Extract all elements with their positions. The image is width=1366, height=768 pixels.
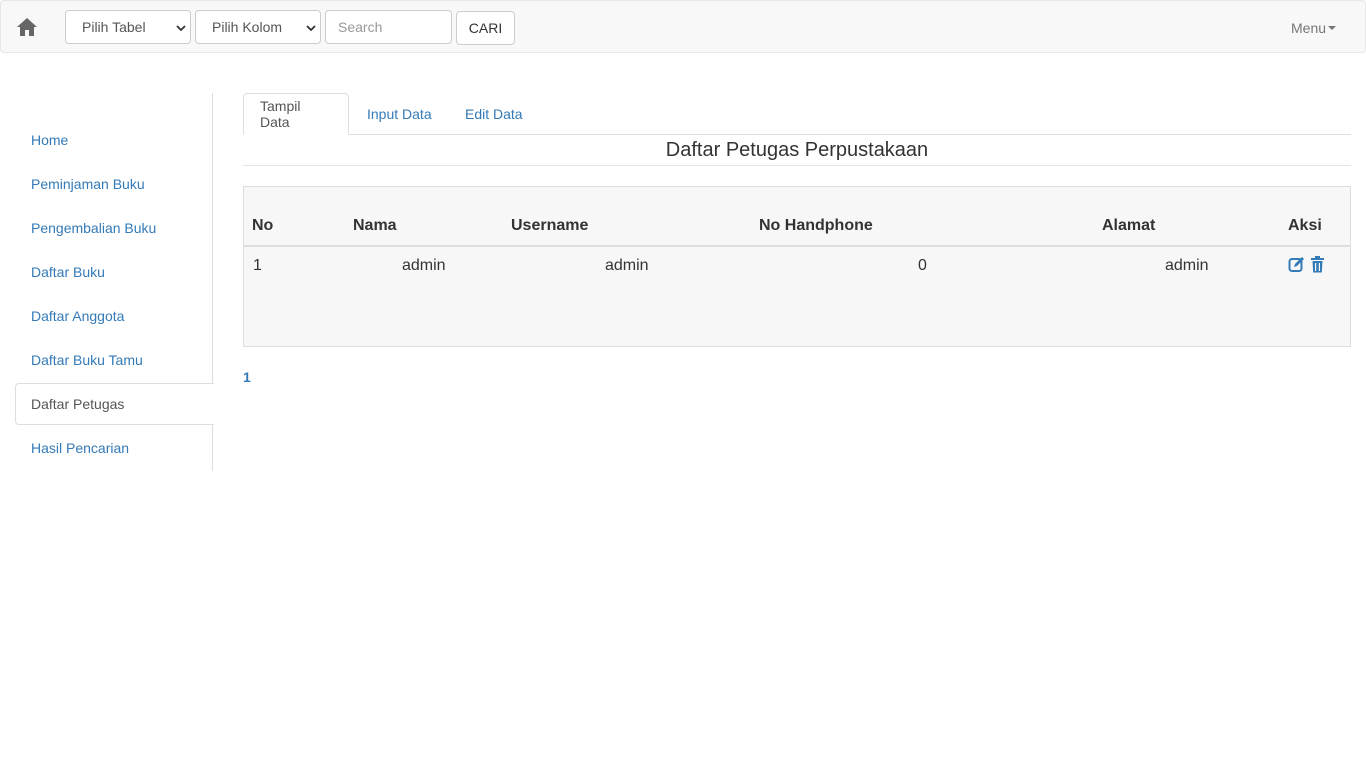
sidebar-item-label: Daftar Anggota: [31, 308, 125, 324]
sidebar-item-label: Daftar Buku: [31, 264, 105, 280]
cell-username: admin: [605, 257, 649, 274]
pagination-page-1[interactable]: 1: [243, 369, 251, 385]
sidebar-item-hasil-pencarian[interactable]: Hasil Pencarian: [15, 427, 213, 469]
table-select[interactable]: Pilih Tabel: [65, 10, 191, 44]
search-input[interactable]: [325, 10, 452, 44]
menu-dropdown-toggle[interactable]: Menu: [1291, 18, 1337, 38]
column-select[interactable]: Pilih Kolom: [195, 10, 321, 44]
caret-down-icon: [1328, 26, 1337, 30]
sidebar-item-label: Daftar Petugas: [31, 396, 125, 412]
cell-alamat: admin: [1165, 257, 1209, 274]
sidebar-item-label: Pengembalian Buku: [31, 220, 157, 236]
edit-icon[interactable]: [1288, 256, 1305, 273]
sidebar-item-daftar-petugas[interactable]: Daftar Petugas: [15, 383, 214, 425]
sidebar-item-daftar-anggota[interactable]: Daftar Anggota: [15, 295, 213, 337]
tab-tampil-data[interactable]: Tampil Data: [243, 93, 349, 135]
chevron-down-icon: [176, 25, 186, 32]
sidebar-item-label: Peminjaman Buku: [31, 176, 145, 192]
sidebar-item-label: Hasil Pencarian: [31, 440, 130, 456]
sidebar-item-label: Daftar Buku Tamu: [31, 352, 143, 368]
menu-label: Menu: [1291, 20, 1327, 36]
cell-no: 1: [253, 257, 262, 274]
sidebar-item-daftar-buku-tamu[interactable]: Daftar Buku Tamu: [15, 339, 213, 381]
cell-nama: admin: [402, 257, 446, 274]
tab-label: Tampil Data: [260, 98, 301, 130]
top-navbar: Pilih Tabel Pilih Kolom CARI Menu: [0, 0, 1366, 53]
sidebar-item-daftar-buku[interactable]: Daftar Buku: [15, 251, 213, 293]
sidebar-item-peminjaman-buku[interactable]: Peminjaman Buku: [15, 163, 213, 205]
column-header-no-handphone: No Handphone: [759, 217, 873, 234]
sidebar-nav: Home Peminjaman Buku Pengembalian Buku D…: [15, 93, 214, 471]
tab-bar: Tampil Data Input Data Edit Data: [243, 93, 1351, 135]
tab-label: Input Data: [367, 106, 432, 122]
column-header-username: Username: [511, 217, 589, 234]
column-header-alamat: Alamat: [1102, 217, 1156, 234]
sidebar-item-pengembalian-buku[interactable]: Pengembalian Buku: [15, 207, 213, 249]
page-title: Daftar Petugas Perpustakaan: [243, 135, 1351, 166]
header-divider: [244, 245, 1350, 247]
tab-label: Edit Data: [465, 106, 523, 122]
home-icon[interactable]: [15, 15, 39, 39]
data-table: No Nama Username No Handphone Alamat Aks…: [243, 186, 1351, 347]
column-select-value: Pilih Kolom: [212, 19, 283, 35]
tab-edit-data[interactable]: Edit Data: [449, 93, 539, 135]
chevron-down-icon: [306, 25, 316, 32]
table-select-value: Pilih Tabel: [82, 19, 146, 35]
tab-input-data[interactable]: Input Data: [351, 93, 448, 135]
sidebar-item-home[interactable]: Home: [15, 119, 213, 161]
trash-icon[interactable]: [1310, 256, 1327, 273]
sidebar-item-label: Home: [31, 132, 69, 148]
cell-no-handphone: 0: [918, 257, 927, 274]
search-button[interactable]: CARI: [456, 11, 515, 45]
column-header-no: No: [252, 217, 274, 234]
column-header-aksi: Aksi: [1288, 217, 1322, 234]
column-header-nama: Nama: [353, 217, 397, 234]
